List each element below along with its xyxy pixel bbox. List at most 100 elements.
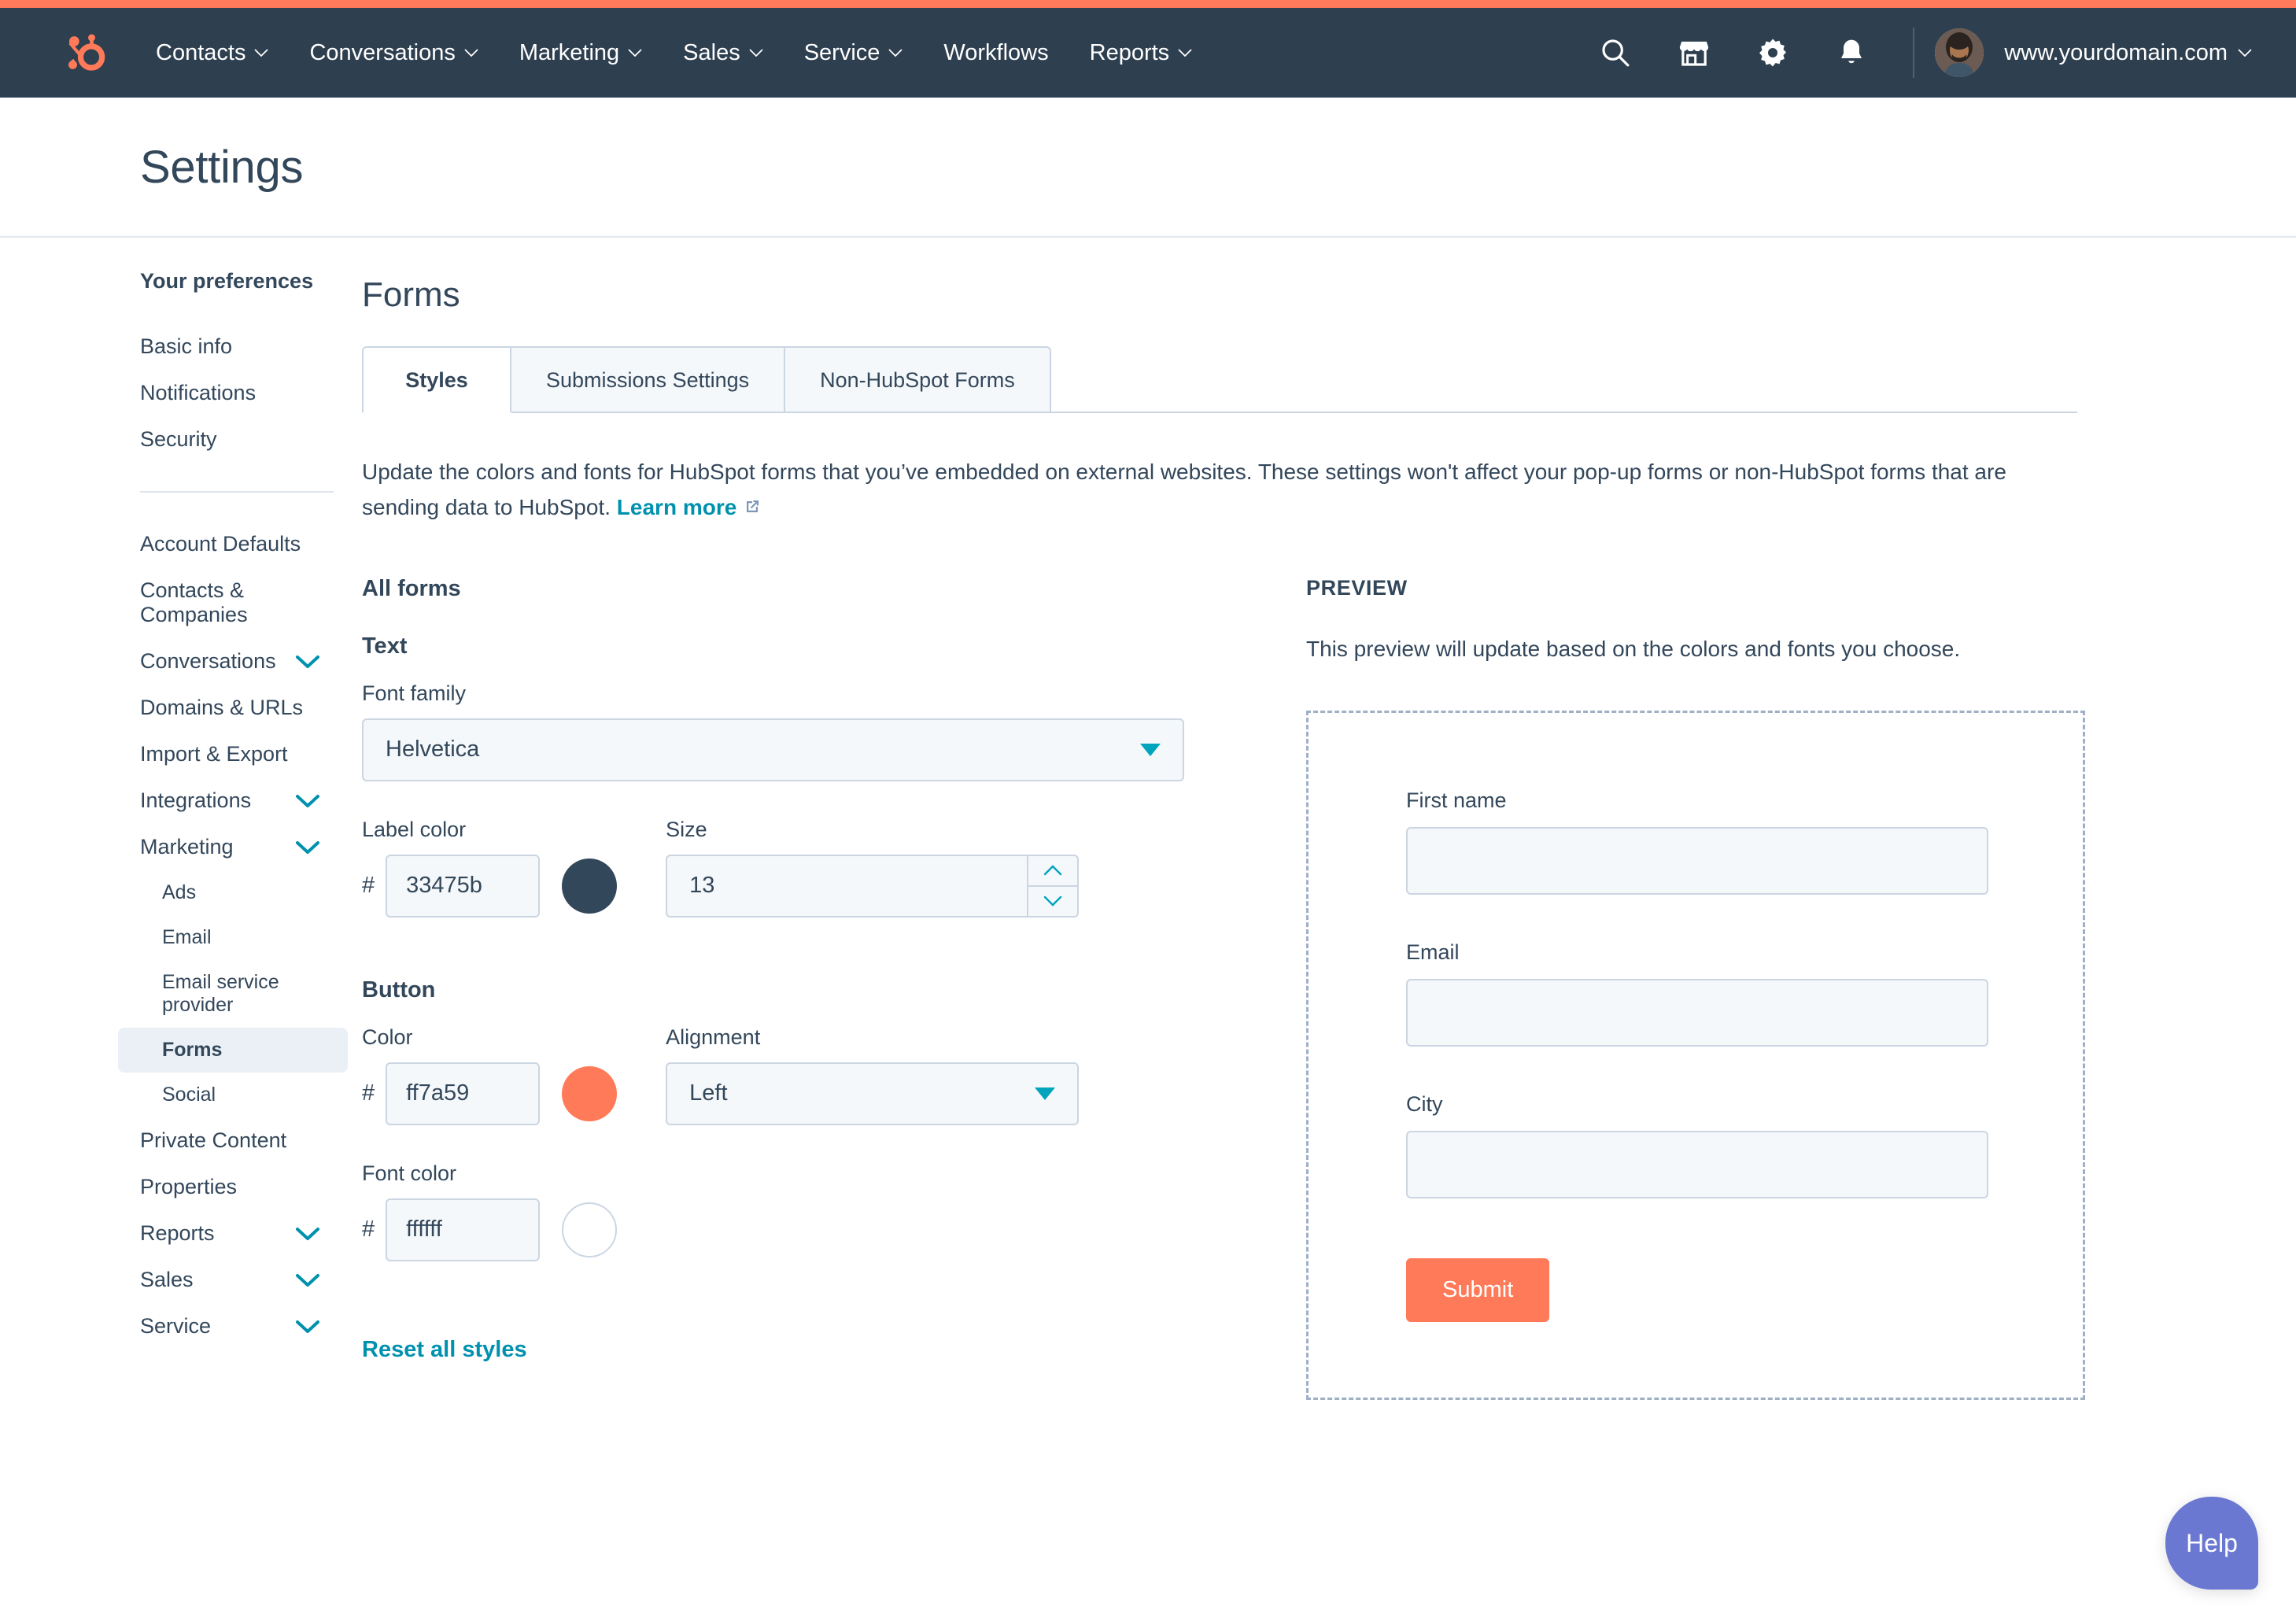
chevron-down-icon — [296, 1227, 319, 1240]
sidebar-item-properties[interactable]: Properties — [0, 1164, 348, 1210]
chevron-down-icon — [1178, 48, 1192, 57]
sidebar-item-conversations[interactable]: Conversations — [0, 638, 348, 685]
search-icon[interactable] — [1598, 35, 1633, 70]
button-color-value: ff7a59 — [406, 1080, 470, 1106]
page-body: Your preferences Basic info Notification… — [0, 238, 2296, 1608]
label-color-input[interactable]: 33475b — [386, 854, 541, 918]
sidebar-item-basic-info[interactable]: Basic info — [0, 323, 348, 370]
tab-label: Non-HubSpot Forms — [820, 368, 1015, 392]
account-name-label: www.yourdomain.com — [2004, 39, 2228, 65]
sidebar-item-label: Email — [162, 926, 212, 948]
nav-item-sales[interactable]: Sales — [663, 31, 784, 76]
preview-description: This preview will update based on the co… — [1306, 636, 1961, 661]
preview-email-input[interactable] — [1406, 978, 1988, 1047]
sidebar-item-sales[interactable]: Sales — [0, 1257, 348, 1303]
stepper-decrement-button[interactable] — [1028, 884, 1078, 916]
tab-non-hubspot-forms[interactable]: Non-HubSpot Forms — [784, 346, 1051, 412]
settings-sidebar: Your preferences Basic info Notification… — [0, 238, 362, 1608]
chevron-down-icon — [296, 655, 319, 668]
sidebar-item-service[interactable]: Service — [0, 1303, 348, 1350]
sidebar-item-reports[interactable]: Reports — [0, 1210, 348, 1257]
preview-city-input[interactable] — [1406, 1130, 1988, 1198]
top-navigation-bar: Contacts Conversations Marketing Sales S… — [0, 8, 2296, 98]
sidebar-item-ads[interactable]: Ads — [0, 870, 348, 915]
button-alignment-group: Alignment Left — [666, 1025, 1080, 1125]
sidebar-item-integrations[interactable]: Integrations — [0, 777, 348, 824]
nav-item-service[interactable]: Service — [784, 31, 924, 76]
sidebar-item-contacts-companies[interactable]: Contacts & Companies — [0, 567, 348, 638]
chevron-down-icon — [1043, 896, 1062, 907]
sidebar-item-label: Properties — [140, 1175, 238, 1198]
label-color-value: 33475b — [406, 873, 482, 899]
nav-item-marketing[interactable]: Marketing — [499, 31, 663, 76]
button-font-color-label: Font color — [362, 1161, 457, 1185]
account-menu[interactable]: www.yourdomain.com — [2004, 40, 2252, 66]
bell-icon[interactable] — [1834, 35, 1869, 70]
primary-nav-links: Contacts Conversations Marketing Sales S… — [135, 31, 1213, 76]
sidebar-item-marketing[interactable]: Marketing — [0, 824, 348, 870]
nav-item-reports[interactable]: Reports — [1069, 31, 1213, 76]
gear-icon[interactable] — [1755, 35, 1790, 70]
sidebar-item-private-content[interactable]: Private Content — [0, 1117, 348, 1164]
button-font-color-value: ffffff — [406, 1217, 442, 1243]
sidebar-item-social[interactable]: Social — [0, 1073, 348, 1117]
page-header: Settings — [0, 98, 2296, 238]
tab-label: Submissions Settings — [546, 368, 750, 392]
chevron-down-icon — [1035, 1087, 1056, 1100]
preview-first-name-input[interactable] — [1406, 826, 1988, 895]
button-color-input[interactable]: ff7a59 — [386, 1062, 541, 1125]
nav-item-conversations[interactable]: Conversations — [289, 31, 498, 76]
button-font-color-input[interactable]: ffffff — [386, 1198, 541, 1261]
sidebar-item-label: Ads — [162, 881, 197, 903]
button-color-swatch[interactable] — [562, 1065, 618, 1121]
sidebar-item-email-service-provider[interactable]: Email service provider — [0, 960, 348, 1028]
nav-item-label: Conversations — [309, 39, 456, 65]
font-size-value[interactable]: 13 — [667, 856, 1027, 916]
sidebar-item-email[interactable]: Email — [0, 915, 348, 960]
all-forms-title: All forms — [362, 575, 461, 601]
sidebar-item-notifications[interactable]: Notifications — [0, 370, 348, 416]
nav-item-label: Marketing — [519, 39, 620, 65]
font-family-select[interactable]: Helvetica — [362, 718, 1184, 781]
chevron-down-icon — [296, 1320, 319, 1333]
tab-submissions-settings[interactable]: Submissions Settings — [510, 346, 786, 412]
text-section-title: Text — [362, 633, 408, 659]
preview-submit-button[interactable]: Submit — [1406, 1257, 1550, 1322]
sidebar-item-import-export[interactable]: Import & Export — [0, 731, 348, 777]
chevron-down-icon — [464, 48, 478, 57]
hash-prefix: # — [362, 1217, 375, 1243]
nav-item-workflows[interactable]: Workflows — [923, 31, 1069, 76]
label-color-label: Label color — [362, 817, 467, 841]
chevron-down-icon — [1140, 743, 1161, 756]
tab-styles[interactable]: Styles — [362, 346, 511, 413]
sidebar-item-label: Forms — [162, 1039, 223, 1061]
sidebar-item-label: Notifications — [140, 381, 257, 404]
nav-item-contacts[interactable]: Contacts — [135, 31, 289, 76]
sidebar-item-domains-urls[interactable]: Domains & URLs — [0, 685, 348, 731]
marketplace-icon[interactable] — [1677, 35, 1711, 70]
form-preview-box: First name Email City Submit — [1306, 710, 2085, 1400]
button-font-color-swatch[interactable] — [562, 1202, 618, 1257]
stepper-increment-button[interactable] — [1028, 856, 1077, 885]
sidebar-item-label: Integrations — [140, 788, 252, 812]
sidebar-heading: Your preferences — [140, 269, 314, 293]
learn-more-link[interactable]: Learn more — [617, 495, 737, 519]
reset-all-styles-link[interactable]: Reset all styles — [362, 1337, 527, 1363]
avatar[interactable] — [1935, 28, 1984, 77]
hubspot-sprocket-logo[interactable] — [61, 30, 107, 76]
sidebar-item-label: Marketing — [140, 835, 234, 859]
button-section-title: Button — [362, 977, 436, 1003]
sidebar-item-security[interactable]: Security — [0, 416, 348, 463]
help-button[interactable]: Help — [2165, 1497, 2258, 1590]
button-color-label: Color — [362, 1025, 413, 1049]
chevron-down-icon — [296, 840, 319, 854]
sidebar-item-label: Private Content — [140, 1128, 287, 1152]
font-size-stepper[interactable]: 13 — [666, 854, 1080, 918]
chevron-down-icon — [296, 794, 319, 807]
label-color-swatch[interactable] — [562, 858, 618, 914]
button-alignment-select[interactable]: Left — [666, 1062, 1080, 1125]
sidebar-item-account-defaults[interactable]: Account Defaults — [0, 521, 348, 567]
sidebar-item-label: Reports — [140, 1221, 215, 1245]
sidebar-item-forms[interactable]: Forms — [118, 1028, 348, 1073]
preview-field-label: City — [1406, 1091, 1443, 1116]
